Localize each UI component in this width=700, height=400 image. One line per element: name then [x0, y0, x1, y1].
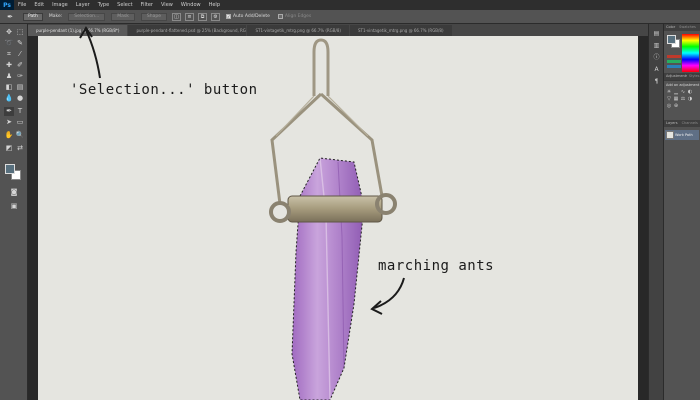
curves-icon[interactable]: ∿: [680, 89, 686, 95]
info-panel-icon[interactable]: ⓘ: [652, 54, 661, 62]
layers-panel-tabs: Layers Channels: [664, 120, 700, 127]
tab-adjustments[interactable]: Adjustments: [664, 73, 687, 80]
channel-mixer-icon[interactable]: ⊕: [673, 103, 679, 109]
color-spectrum[interactable]: [682, 34, 699, 72]
properties-panel-icon[interactable]: ▥: [652, 42, 661, 50]
color-panel-tabs: Color Swatches: [664, 24, 700, 31]
tab-layers[interactable]: Layers: [664, 120, 680, 127]
black-white-icon[interactable]: ◑: [687, 96, 693, 102]
adjustments-panel: Add an adjustment ☀ ▁ ∿ ◐ ▽ ▦ ⚖ ◑ ◎ ⊕: [664, 80, 700, 120]
hue-saturation-icon[interactable]: ▦: [673, 96, 679, 102]
tab-color[interactable]: Color: [664, 24, 677, 31]
layers-panel: Work Path: [664, 130, 700, 140]
collapsed-panels-strip: ▤ ▥ ⓘ A ¶: [648, 24, 664, 400]
layer-row[interactable]: Work Path: [665, 130, 699, 140]
adjustments-title: Add an adjustment: [666, 83, 700, 87]
levels-icon[interactable]: ▁: [673, 89, 679, 95]
annotation-arrows: [79, 26, 405, 315]
tab-styles[interactable]: Styles: [687, 73, 700, 80]
color-balance-icon[interactable]: ⚖: [680, 96, 686, 102]
right-panels: Color Swatches Adjustments Styles Add an…: [664, 24, 700, 400]
vibrance-icon[interactable]: ▽: [666, 96, 672, 102]
color-panel: [664, 31, 700, 73]
tab-swatches[interactable]: Swatches: [677, 24, 698, 31]
brightness-icon[interactable]: ☀: [666, 89, 672, 95]
photo-filter-icon[interactable]: ◎: [666, 103, 672, 109]
exposure-icon[interactable]: ◐: [687, 89, 693, 95]
character-panel-icon[interactable]: A: [652, 66, 661, 74]
selection-button-annotation: 'Selection...' button: [70, 82, 258, 98]
adjustments-panel-tabs: Adjustments Styles: [664, 73, 700, 80]
history-panel-icon[interactable]: ▤: [652, 30, 661, 38]
tab-channels[interactable]: Channels: [680, 120, 700, 127]
paragraph-panel-icon[interactable]: ¶: [652, 78, 661, 86]
layer-name: Work Path: [675, 133, 693, 137]
marching-ants-annotation: marching ants: [378, 258, 495, 274]
layer-thumbnail: [666, 131, 674, 139]
panel-foreground-swatch[interactable]: [667, 35, 676, 44]
